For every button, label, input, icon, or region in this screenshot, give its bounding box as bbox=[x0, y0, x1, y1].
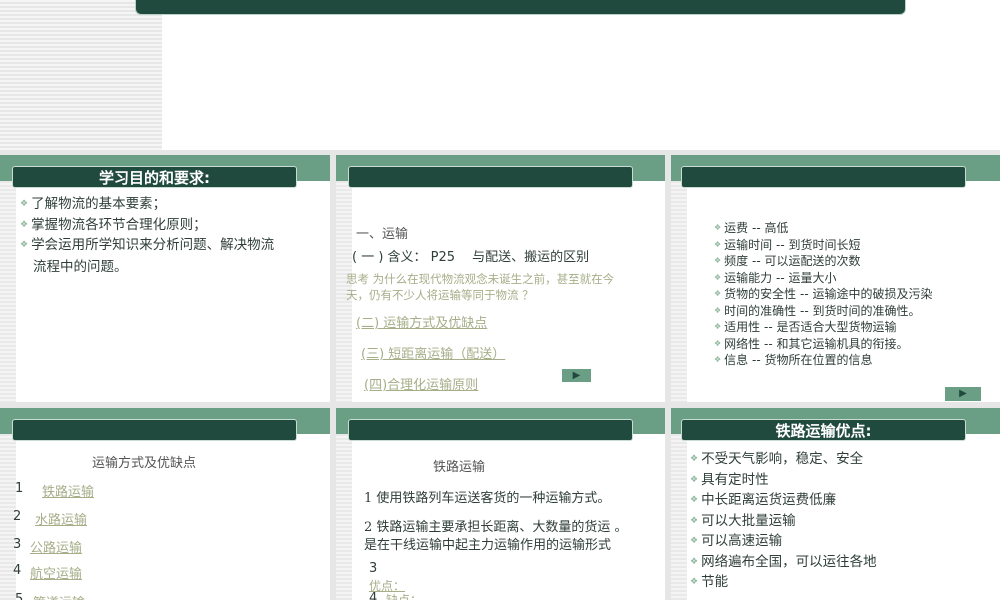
slide-title-box bbox=[681, 166, 966, 188]
link-pipeline[interactable]: 管道运输 bbox=[33, 592, 85, 600]
bullet: 节能 bbox=[690, 572, 877, 593]
item-number: 3 bbox=[13, 537, 22, 552]
item-number: 2 bbox=[13, 509, 22, 524]
link-air[interactable]: 航空运输 bbox=[30, 563, 82, 582]
bullet: 了解物流的基本要素； bbox=[20, 196, 166, 213]
bullet: 不受天气影响，稳定、安全 bbox=[690, 449, 877, 470]
bullet: 掌握物流各环节合理化原则； bbox=[20, 217, 207, 234]
bullet: 运输能力 -- 运量大小 bbox=[714, 270, 932, 287]
slide-thumbnail-3[interactable]: 运费 -- 高低 运输时间 -- 到货时间长短 频度 -- 可以运配送的次数 运… bbox=[671, 155, 1000, 402]
paragraph: 2 铁路运输主要承担长距离、大数量的货运 。 bbox=[364, 520, 628, 535]
item-number: 4 bbox=[369, 591, 378, 600]
bullet: 时间的准确性 -- 到货时间的准确性。 bbox=[714, 303, 932, 320]
bullet: 货物的安全性 -- 运输途中的破损及污染 bbox=[714, 286, 932, 303]
link-waterway[interactable]: 水路运输 bbox=[35, 509, 87, 528]
slide-thumbnail-1[interactable]: 学习目的和要求: 了解物流的基本要素； 掌握物流各环节合理化原则； 学会运用所学… bbox=[0, 155, 330, 402]
slide-title: 学习目的和要求: bbox=[12, 166, 297, 188]
bullet: 学会运用所学知识来分析问题、解决物流 bbox=[20, 237, 274, 254]
slide-thumbnail-6[interactable]: 铁路运输优点: 不受天气影响，稳定、安全 具有定时性 中长距离运货运费低廉 可以… bbox=[671, 408, 1000, 600]
section-heading: 铁路运输 bbox=[433, 460, 486, 475]
bullet: 可以大批量运输 bbox=[690, 511, 877, 532]
slide-thumbnail-4[interactable]: 运输方式及优缺点 1 铁路运输 2 水路运输 3 公路运输 4 航空运输 5 管… bbox=[0, 408, 330, 600]
slide-title-box bbox=[348, 166, 633, 188]
link-road[interactable]: 公路运输 bbox=[30, 537, 82, 556]
play-button[interactable]: ▶ bbox=[562, 369, 591, 382]
bullet-list: 不受天气影响，稳定、安全 具有定时性 中长距离运货运费低廉 可以大批量运输 可以… bbox=[690, 449, 877, 593]
bullet-continuation: 流程中的问题。 bbox=[33, 259, 128, 275]
slide-stripe bbox=[671, 155, 687, 402]
slide-stripe bbox=[0, 0, 162, 150]
slide-title: 铁路运输优点: bbox=[681, 419, 966, 441]
bullet: 运费 -- 高低 bbox=[714, 220, 932, 237]
slide-thumbnail-title[interactable] bbox=[0, 0, 1000, 150]
bullet: 运输时间 -- 到货时间长短 bbox=[714, 237, 932, 254]
item-number: 5 bbox=[15, 592, 24, 600]
bullet-list: 运费 -- 高低 运输时间 -- 到货时间长短 频度 -- 可以运配送的次数 运… bbox=[714, 220, 932, 369]
slide-stripe bbox=[0, 155, 16, 402]
definition-line: ( 一 ) 含义： P25 与配送、搬运的区别 bbox=[352, 250, 590, 265]
item-number: 3 bbox=[369, 561, 378, 576]
item-number: 1 bbox=[15, 481, 24, 496]
paragraph: 1 使用铁路列车运送客货的一种运输方式。 bbox=[364, 491, 611, 506]
bullet: 频度 -- 可以运配送的次数 bbox=[714, 253, 932, 270]
bullet: 适用性 -- 是否适合大型货物运输 bbox=[714, 319, 932, 336]
section-heading: 运输方式及优缺点 bbox=[92, 456, 197, 471]
think-text: 天，仍有不少人将运输等同于物流 ？ bbox=[346, 288, 534, 302]
slide-title-box bbox=[348, 419, 633, 441]
slide-title-box bbox=[12, 419, 297, 441]
link-transport-modes[interactable]: (二) 运输方式及优缺点 bbox=[356, 312, 487, 331]
slide-thumbnail-5[interactable]: 铁路运输 1 使用铁路列车运送客货的一种运输方式。 2 铁路运输主要承担长距离、… bbox=[336, 408, 665, 600]
slide-thumbnail-2[interactable]: 一、运输 ( 一 ) 含义： P25 与配送、搬运的区别 思考 为什么在现代物流… bbox=[336, 155, 665, 402]
link-short-distance[interactable]: (三) 短距离运输（配送） bbox=[361, 343, 505, 362]
link-disadvantages[interactable]: 缺点： bbox=[386, 591, 422, 600]
link-railway[interactable]: 铁路运输 bbox=[42, 481, 94, 500]
paragraph: 是在干线运输中起主力运输作用的运输形式 bbox=[364, 538, 612, 553]
bullet: 具有定时性 bbox=[690, 470, 877, 491]
title-bar bbox=[135, 0, 906, 15]
bullet: 可以高速运输 bbox=[690, 531, 877, 552]
think-text: 思考 为什么在现代物流观念未诞生之前，甚至就在今 bbox=[346, 272, 615, 286]
bullet: 网络性 -- 和其它运输机具的衔接。 bbox=[714, 336, 932, 353]
bullet: 信息 -- 货物所在位置的信息 bbox=[714, 352, 932, 369]
bullet: 网络遍布全国，可以运往各地 bbox=[690, 552, 877, 573]
play-button[interactable]: ▶ bbox=[945, 387, 981, 401]
bullet: 中长距离运货运费低廉 bbox=[690, 490, 877, 511]
link-rational-principles[interactable]: (四)合理化运输原则 bbox=[364, 374, 478, 393]
item-number: 4 bbox=[13, 563, 22, 578]
section-heading: 一、运输 bbox=[356, 227, 409, 242]
